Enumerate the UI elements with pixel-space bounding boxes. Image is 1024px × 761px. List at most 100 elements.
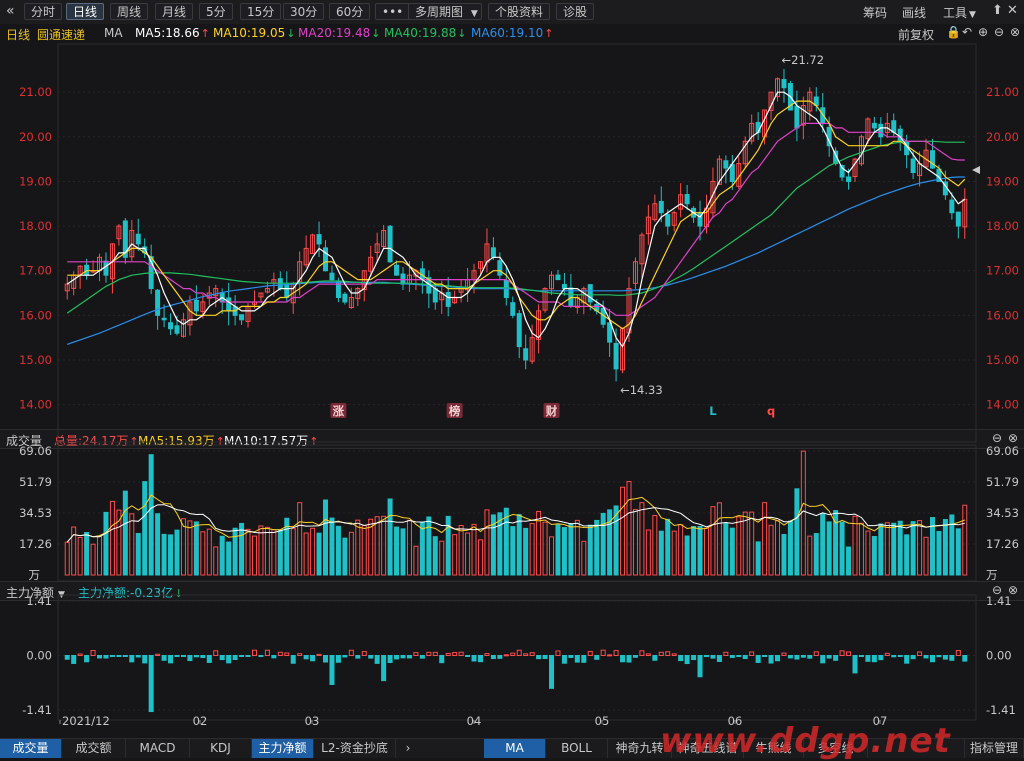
ma40-readout: MA40:19.88↓ <box>384 26 466 40</box>
close-icon[interactable]: ✕ <box>1007 3 1018 18</box>
flow-bar <box>897 655 903 657</box>
flow-bar <box>310 655 316 662</box>
flow-bar <box>187 655 193 662</box>
volume-bar <box>329 517 335 576</box>
flow-bar <box>148 655 154 713</box>
volume-tick-label: 17.26 <box>986 537 1019 551</box>
flow-bar <box>794 655 800 660</box>
volume-tick-label: 34.53 <box>19 506 52 520</box>
volume-bar <box>594 519 600 576</box>
multi-period-button[interactable]: 多周期图 ▼ <box>408 3 482 20</box>
flow-bar <box>316 653 322 657</box>
volume-bar <box>251 535 257 576</box>
volume-bar <box>277 529 283 576</box>
candle-body <box>342 293 348 303</box>
flow-bar <box>142 655 148 664</box>
ma60-value: MA60:19.10 <box>471 26 544 40</box>
flow-bar <box>277 651 283 656</box>
volume-bar <box>413 545 419 576</box>
flow-bar <box>813 651 819 657</box>
zoom-out-icon[interactable]: ⊖ <box>994 25 1004 39</box>
adjust-selector[interactable]: 前复权 <box>898 26 934 43</box>
flow-bar <box>400 655 406 659</box>
ma20-line <box>67 122 965 316</box>
volume-bar <box>626 480 632 576</box>
volume-unit-label: 万 <box>29 568 41 582</box>
tab-15min[interactable]: 15分 <box>240 3 282 20</box>
price-tick-label: 17.00 <box>19 264 52 278</box>
restore-icon[interactable]: ⬆ <box>992 3 1003 18</box>
tab-60min[interactable]: 60分 <box>329 3 371 20</box>
tab-volume[interactable]: 成交量 <box>0 739 62 758</box>
tab-intraday[interactable]: 分时 <box>24 3 63 20</box>
volume-bar <box>342 537 348 576</box>
chart-area[interactable]: 21.00 21.00 20.00 20.00 19.00 19.00 18.00 18.00… <box>0 42 1024 738</box>
price-axis: 21.00 21.00 20.00 20.00 19.00 19.00 18.00 18.00… <box>19 85 1019 411</box>
volume-bar <box>542 521 548 576</box>
volume-bar <box>135 532 141 576</box>
chevron-right-icon[interactable]: › <box>400 739 416 758</box>
tab-macd[interactable]: MACD <box>126 739 190 758</box>
indicator-name[interactable]: MA <box>104 26 123 40</box>
tools-button[interactable]: 工具 ▼ <box>943 4 976 21</box>
flow-bar <box>620 655 626 663</box>
volume-bar <box>226 541 232 576</box>
tab-monthly[interactable]: 月线 <box>155 3 194 20</box>
flow-bar <box>923 655 929 659</box>
tab-turnover[interactable]: 成交额 <box>62 739 126 758</box>
flow-bar <box>465 655 471 657</box>
chips-button[interactable]: 筹码 <box>863 4 887 21</box>
tab-boll[interactable]: BOLL <box>546 739 608 758</box>
tab-l2-bottom[interactable]: L2-资金抄底 <box>314 739 396 758</box>
candle-body <box>684 194 690 205</box>
flow-bar <box>361 651 367 657</box>
lock-icon[interactable]: 🔒 <box>946 25 961 39</box>
flow-bar <box>264 649 270 657</box>
flow-bar <box>213 650 219 656</box>
tab-kdj[interactable]: KDJ <box>190 739 252 758</box>
flow-bar <box>258 655 264 657</box>
flow-tick-label: 1.41 <box>26 594 52 608</box>
flow-bar <box>161 655 167 661</box>
tab-ma[interactable]: MA <box>484 739 546 758</box>
flow-bar <box>716 655 722 662</box>
flow-bar <box>807 655 813 659</box>
tab-main-flow[interactable]: 主力净额 <box>252 739 314 758</box>
candle-body <box>723 160 729 169</box>
volume-bar <box>639 502 645 576</box>
candle-body <box>394 264 400 276</box>
stock-profile-button[interactable]: 个股资料 <box>488 3 551 20</box>
volume-bar <box>807 535 813 576</box>
volume-bar <box>839 521 845 576</box>
volume-bar <box>826 521 832 576</box>
flow-bar <box>762 655 768 657</box>
double-chevron-left-icon[interactable]: « <box>6 3 15 19</box>
volume-tick-label: 17.26 <box>19 537 52 551</box>
candle-body <box>729 164 735 182</box>
ma60-readout: MA60:19.10↑ <box>471 26 553 40</box>
flow-bar <box>103 655 109 659</box>
tab-5min[interactable]: 5分 <box>199 3 233 20</box>
candle-body <box>949 199 955 214</box>
zoom-in-icon[interactable]: ⊕ <box>978 25 988 39</box>
volume-bar <box>936 530 942 576</box>
flow-bar <box>419 655 425 659</box>
close-icon[interactable]: ⊗ <box>1010 25 1020 39</box>
tab-weekly[interactable]: 周线 <box>110 3 149 20</box>
tab-30min[interactable]: 30分 <box>283 3 325 20</box>
draw-button[interactable]: 画线 <box>902 4 926 21</box>
volume-bar <box>355 519 361 576</box>
volume-bar <box>891 522 897 576</box>
flow-bar <box>516 649 522 657</box>
arrow-down-icon: ↓ <box>286 27 296 40</box>
indicator-manage-button[interactable]: 指标管理 <box>964 739 1024 758</box>
more-periods-button[interactable]: ••• <box>375 3 411 20</box>
diagnose-button[interactable]: 诊股 <box>556 3 595 20</box>
candle-body <box>665 214 671 227</box>
undo-icon[interactable]: ↶ <box>962 25 972 39</box>
tab-daily[interactable]: 日线 <box>66 3 105 20</box>
flow-bar <box>626 655 632 663</box>
volume-bar <box>955 528 961 576</box>
volume-bar <box>516 514 522 576</box>
volume-bar <box>910 521 916 576</box>
